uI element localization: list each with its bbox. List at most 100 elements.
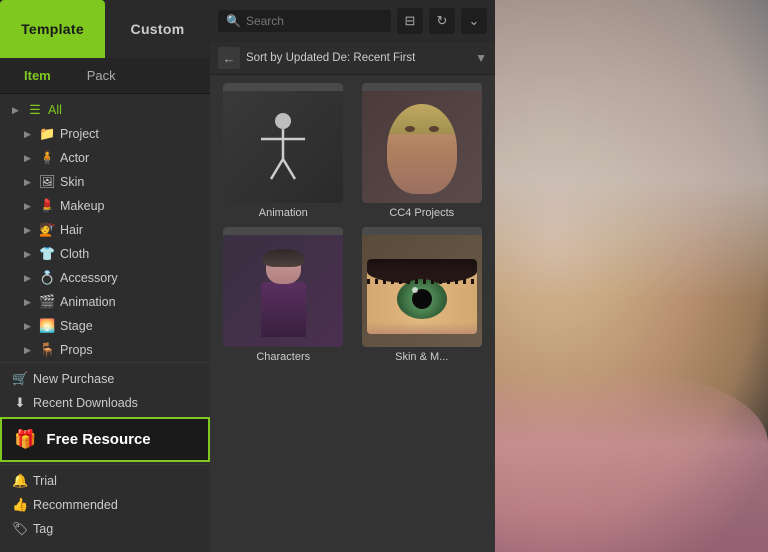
tree-item-stage[interactable]: ▶ 🌅 Stage xyxy=(0,314,210,338)
main-content: 🔍 ⊟ ↻ ⌄ ← Sort by Updated De: Recent Fir… xyxy=(210,0,495,552)
expand-arrow-animation: ▶ xyxy=(24,297,34,308)
skin-label: Skin & M... xyxy=(395,351,448,363)
animation-thumbnail xyxy=(223,83,343,203)
tree-item-trial[interactable]: 🔔 Trial xyxy=(0,469,210,493)
tag-icon: 🏷 xyxy=(12,521,28,537)
item-tab-label: Item xyxy=(24,68,51,83)
tree-special-section: 🛒 New Purchase ⬇ Recent Downloads xyxy=(0,362,210,415)
tree-recommended-label: Recommended xyxy=(33,498,118,512)
tree-item-hair[interactable]: ▶ 💇 Hair xyxy=(0,218,210,242)
tree-makeup-label: Makeup xyxy=(60,199,104,213)
stage-icon: 🌅 xyxy=(39,318,55,334)
tree-item-recommended[interactable]: 👍 Recommended xyxy=(0,493,210,517)
grid-item-skin[interactable]: Skin & M... xyxy=(357,227,488,363)
tree-accessory-label: Accessory xyxy=(60,271,118,285)
tabs-row: Template Custom xyxy=(0,0,210,58)
tree-hair-label: Hair xyxy=(60,223,83,237)
tree-item-actor[interactable]: ▶ 🧍 Actor xyxy=(0,146,210,170)
refresh-button[interactable]: ↻ xyxy=(429,8,455,34)
all-icon: ☰ xyxy=(27,102,43,118)
search-input[interactable] xyxy=(246,14,383,28)
cc4-thumbnail xyxy=(362,83,482,203)
expand-arrow-cloth: ▶ xyxy=(24,249,34,260)
tree-item-props[interactable]: ▶ 🪑 Props xyxy=(0,338,210,362)
tree-item-project[interactable]: ▶ 📁 Project xyxy=(0,122,210,146)
makeup-icon: 💄 xyxy=(39,198,55,214)
grid-content: Animation CC4 Projects xyxy=(210,75,495,552)
tab-custom-label: Custom xyxy=(131,21,185,37)
sort-label: Sort by Updated De: Recent First xyxy=(246,52,469,64)
filter-icon: ⊟ xyxy=(405,13,416,29)
expand-arrow-actor: ▶ xyxy=(24,153,34,164)
search-input-wrap[interactable]: 🔍 xyxy=(218,10,391,32)
refresh-icon: ↻ xyxy=(437,13,448,29)
pack-tab-label: Pack xyxy=(87,68,116,83)
item-tab[interactable]: Item xyxy=(8,64,67,87)
skin-icon: 🖼 xyxy=(39,174,55,190)
expand-arrow: ▶ xyxy=(12,105,22,116)
tree-skin-label: Skin xyxy=(60,175,84,189)
tree-item-accessory[interactable]: ▶ 💍 Accessory xyxy=(0,266,210,290)
tree-item-new-purchase[interactable]: 🛒 New Purchase xyxy=(0,367,210,391)
back-icon: ← xyxy=(223,51,236,66)
props-icon: 🪑 xyxy=(39,342,55,358)
tree-stage-label: Stage xyxy=(60,319,93,333)
tree-actor-label: Actor xyxy=(60,151,89,165)
animation-label: Animation xyxy=(259,207,308,219)
tree-item-recent-downloads[interactable]: ⬇ Recent Downloads xyxy=(0,391,210,415)
hair-icon: 💇 xyxy=(39,222,55,238)
search-icon: 🔍 xyxy=(226,14,241,28)
tree-item-makeup[interactable]: ▶ 💄 Makeup xyxy=(0,194,210,218)
skin-thumbnail xyxy=(362,227,482,347)
search-bar: 🔍 ⊟ ↻ ⌄ xyxy=(210,0,495,42)
characters-thumbnail xyxy=(223,227,343,347)
free-resource-label: Free Resource xyxy=(46,431,150,448)
gift-icon: 🎁 xyxy=(14,429,36,450)
tab-template[interactable]: Template xyxy=(0,0,105,58)
expand-arrow-makeup: ▶ xyxy=(24,201,34,212)
actor-icon: 🧍 xyxy=(39,150,55,166)
tree-item-animation[interactable]: ▶ 🎬 Animation xyxy=(0,290,210,314)
filter-button[interactable]: ⊟ xyxy=(397,8,423,34)
tree-new-purchase-label: New Purchase xyxy=(33,372,114,386)
tree-props-label: Props xyxy=(60,343,93,357)
tree-item-cloth[interactable]: ▶ 👕 Cloth xyxy=(0,242,210,266)
tree-nav: ▶ ☰ All ▶ 📁 Project ▶ 🧍 Actor ▶ 🖼 Skin ▶… xyxy=(0,94,210,552)
tree-item-skin[interactable]: ▶ 🖼 Skin xyxy=(0,170,210,194)
expand-arrow-hair: ▶ xyxy=(24,225,34,236)
grid-item-cc4[interactable]: CC4 Projects xyxy=(357,83,488,219)
tree-item-all[interactable]: ▶ ☰ All xyxy=(0,98,210,122)
sort-dropdown-icon: ▼ xyxy=(475,51,487,65)
free-resource-item[interactable]: 🎁 Free Resource xyxy=(0,417,210,462)
expand-arrow-skin: ▶ xyxy=(24,177,34,188)
tree-project-label: Project xyxy=(60,127,99,141)
item-pack-row: Item Pack xyxy=(0,58,210,94)
tree-tag-label: Tag xyxy=(33,522,53,536)
project-icon: 📁 xyxy=(39,126,55,142)
tree-animation-label: Animation xyxy=(60,295,116,309)
cc4-label: CC4 Projects xyxy=(389,207,454,219)
bottom-nav: 🔔 Trial 👍 Recommended 🏷 Tag xyxy=(0,464,210,549)
tree-recent-downloads-label: Recent Downloads xyxy=(33,396,138,410)
characters-label: Characters xyxy=(256,351,310,363)
grid-item-characters[interactable]: Characters xyxy=(218,227,349,363)
expand-arrow-stage: ▶ xyxy=(24,321,34,332)
pack-tab[interactable]: Pack xyxy=(71,64,132,87)
tree-item-tag[interactable]: 🏷 Tag xyxy=(0,517,210,541)
tree-trial-label: Trial xyxy=(33,474,57,488)
expand-arrow-accessory: ▶ xyxy=(24,273,34,284)
expand-arrow-project: ▶ xyxy=(24,129,34,140)
animation-icon: 🎬 xyxy=(39,294,55,310)
tree-all-label: All xyxy=(48,103,62,117)
grid-item-animation[interactable]: Animation xyxy=(218,83,349,219)
cloth-icon: 👕 xyxy=(39,246,55,262)
trial-icon: 🔔 xyxy=(12,473,28,489)
sort-bar: ← Sort by Updated De: Recent First ▼ xyxy=(210,42,495,75)
expand-arrow-props: ▶ xyxy=(24,345,34,356)
tree-cloth-label: Cloth xyxy=(60,247,89,261)
tab-custom[interactable]: Custom xyxy=(105,0,210,58)
back-button[interactable]: ← xyxy=(218,47,240,69)
more-button[interactable]: ⌄ xyxy=(461,8,487,34)
accessory-icon: 💍 xyxy=(39,270,55,286)
more-icon: ⌄ xyxy=(469,13,480,29)
